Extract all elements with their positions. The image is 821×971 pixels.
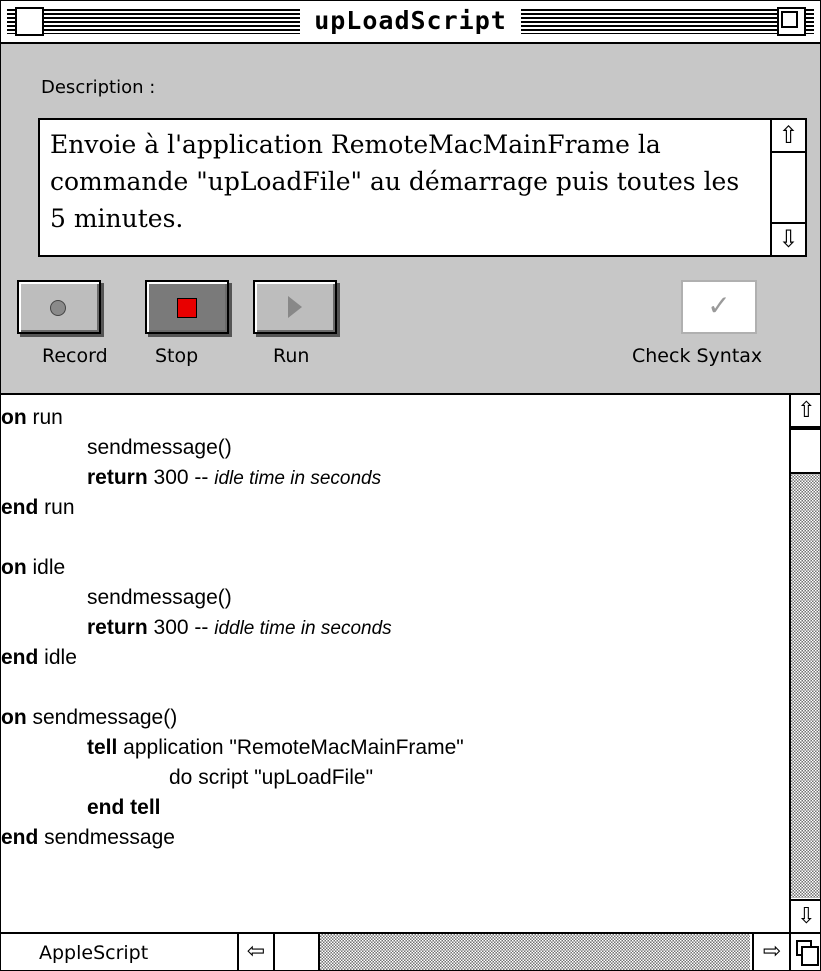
play-icon bbox=[288, 296, 302, 318]
window-title: upLoadScript bbox=[300, 6, 521, 35]
horizontal-scrollbar[interactable]: ⇦ ⇨ bbox=[237, 934, 790, 970]
control-panel: Description : Envoie à l'application Rem… bbox=[1, 44, 820, 395]
stop-icon bbox=[177, 298, 197, 318]
description-text[interactable]: Envoie à l'application RemoteMacMainFram… bbox=[50, 126, 740, 237]
script-editor-window: upLoadScript Description : Envoie à l'ap… bbox=[0, 0, 821, 971]
check-syntax-button[interactable]: ✓ bbox=[681, 280, 757, 334]
code-line: do script "upLoadFile" bbox=[169, 766, 374, 789]
scroll-down-arrow-icon[interactable]: ⇩ bbox=[791, 899, 820, 932]
description-field[interactable]: Envoie à l'application RemoteMacMainFram… bbox=[38, 118, 807, 257]
record-button[interactable] bbox=[17, 280, 101, 334]
code-line: tell application "RemoteMacMainFrame" bbox=[87, 736, 464, 759]
code-line: end run bbox=[1, 496, 75, 519]
code-line: end sendmessage bbox=[1, 826, 175, 849]
run-button[interactable] bbox=[253, 280, 337, 334]
scroll-track[interactable] bbox=[791, 428, 820, 898]
code-line: on sendmessage() bbox=[1, 706, 178, 729]
description-label: Description : bbox=[41, 77, 156, 98]
code-line: end tell bbox=[87, 796, 161, 819]
scroll-thumb[interactable] bbox=[275, 934, 320, 970]
code-line: return 300 -- idle time in seconds bbox=[87, 466, 382, 489]
code-line: on idle bbox=[1, 556, 66, 579]
bottom-bar: AppleScript ⇦ ⇨ bbox=[1, 932, 820, 970]
check-syntax-label: Check Syntax bbox=[632, 345, 763, 367]
checkmark-icon: ✓ bbox=[707, 289, 731, 322]
record-icon bbox=[50, 300, 66, 316]
language-popup[interactable]: AppleScript bbox=[17, 934, 235, 970]
scroll-down-arrow-icon[interactable]: ⇩ bbox=[772, 222, 805, 255]
scroll-right-arrow-icon[interactable]: ⇨ bbox=[752, 934, 790, 970]
code-line: end idle bbox=[1, 646, 77, 669]
scroll-left-arrow-icon[interactable]: ⇦ bbox=[239, 934, 275, 970]
code-line: return 300 -- iddle time in seconds bbox=[87, 616, 392, 639]
stop-label: Stop bbox=[155, 345, 199, 367]
scroll-thumb[interactable] bbox=[791, 428, 820, 474]
resize-grow-box-icon[interactable] bbox=[789, 934, 820, 970]
stop-button[interactable] bbox=[145, 280, 229, 334]
record-label: Record bbox=[42, 345, 108, 367]
scroll-up-arrow-icon[interactable]: ⇧ bbox=[791, 395, 820, 428]
code-line: sendmessage() bbox=[87, 586, 232, 609]
title-bar[interactable]: upLoadScript bbox=[1, 1, 820, 44]
scroll-track[interactable] bbox=[320, 934, 750, 970]
zoom-box-icon[interactable] bbox=[777, 7, 806, 36]
code-line: sendmessage() bbox=[87, 436, 232, 459]
description-scrollbar[interactable]: ⇧ ⇩ bbox=[770, 120, 805, 255]
code-line: on run bbox=[1, 406, 63, 429]
vertical-scrollbar[interactable]: ⇧ ⇩ bbox=[789, 395, 820, 932]
run-label: Run bbox=[273, 345, 310, 367]
script-code[interactable]: on run sendmessage() return 300 -- idle … bbox=[1, 403, 464, 853]
script-editor[interactable]: on run sendmessage() return 300 -- idle … bbox=[1, 395, 787, 932]
scroll-up-arrow-icon[interactable]: ⇧ bbox=[772, 120, 805, 153]
